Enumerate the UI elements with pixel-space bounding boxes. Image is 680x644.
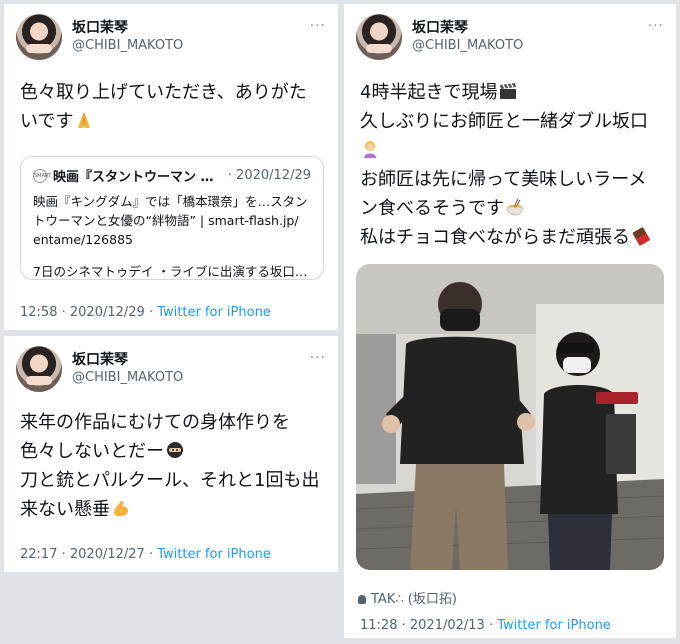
meta-separator: ·: [144, 547, 158, 562]
avatar[interactable]: [16, 14, 62, 60]
tagged-user[interactable]: TAK∴ (坂口拓): [358, 588, 457, 607]
tweet-card[interactable]: 坂口茉琴 @CHIBI_MAKOTO ··· 色々取り上げていただき、ありがた …: [4, 4, 338, 330]
tweet-text: 色々取り上げていただき、ありがた いです: [20, 78, 324, 136]
tweet-source-link[interactable]: Twitter for iPhone: [497, 618, 611, 633]
tweet-header: 坂口茉琴 @CHIBI_MAKOTO ···: [16, 346, 326, 394]
more-options-icon[interactable]: ···: [310, 350, 326, 366]
tweet-card[interactable]: 坂口茉琴 @CHIBI_MAKOTO ··· 4時半起きで現場 久しぶりにお師匠…: [344, 4, 676, 638]
more-options-icon[interactable]: ···: [310, 18, 326, 34]
tweet-date[interactable]: 2020/12/27: [70, 547, 145, 562]
link-description-line: 映画『キングダム』では「橋本環奈」を…スタン: [33, 194, 308, 209]
display-name[interactable]: 坂口茉琴: [412, 17, 468, 37]
tweet-text-line: 私はチョコ食べながらまだ頑張る: [360, 227, 630, 248]
tweet-text-line: 色々しないとだー: [20, 441, 164, 462]
link-description-line: トウーマンと女優の“絆物語” | smart-flash.jp/: [33, 213, 299, 228]
ramen-bowl-icon: [506, 198, 524, 216]
link-date: · 2020/12/29: [227, 168, 311, 183]
woman-supervillain-icon: [364, 141, 376, 158]
tweet-header: 坂口茉琴 @CHIBI_MAKOTO ···: [16, 14, 326, 62]
tweet-time[interactable]: 22:17: [20, 547, 57, 562]
tweet-text-line: 来ない懸垂: [20, 499, 110, 520]
tweet-meta: 22:17 · 2020/12/27 · Twitter for iPhone: [20, 547, 271, 562]
meta-separator: ·: [144, 305, 158, 320]
link-excerpt: 7日のシネマトゥデイ ・ライブに出演する坂口…: [33, 264, 308, 279]
tweet-text-line: お師匠は先に帰って美味しいラーメ: [360, 169, 647, 190]
avatar[interactable]: [356, 14, 402, 60]
user-handle[interactable]: @CHIBI_MAKOTO: [72, 38, 183, 53]
flexed-biceps-icon: [114, 501, 128, 516]
clapper-board-icon: [500, 83, 517, 99]
tweet-date[interactable]: 2021/02/13: [410, 618, 485, 633]
user-handle[interactable]: @CHIBI_MAKOTO: [412, 38, 523, 53]
tweet-text: 来年の作品にむけての身体作りを 色々しないとだー 刀と銃とパルクール、それと1回…: [20, 408, 324, 524]
meta-separator: ·: [57, 547, 70, 562]
folded-hands-icon: [78, 112, 91, 128]
meta-separator: ·: [484, 618, 498, 633]
tweet-time[interactable]: 11:28: [360, 618, 397, 633]
tweet-photo[interactable]: [356, 264, 664, 570]
link-description: 映画『キングダム』では「橋本環奈」を…スタン トウーマンと女優の“絆物語” | …: [33, 192, 311, 249]
tweet-meta: 11:28 · 2021/02/13 · Twitter for iPhone: [360, 618, 611, 633]
tweet-text-line: ン食べるそうです: [360, 198, 504, 219]
link-description-line: entame/126885: [33, 232, 133, 247]
chocolate-bar-icon: [632, 227, 651, 246]
meta-separator: ·: [57, 305, 70, 320]
ninja-icon: [167, 442, 183, 458]
tagged-user-name: TAK∴ (坂口拓): [371, 592, 457, 607]
tweet-text-line: 4時半起きで現場: [360, 82, 498, 103]
tweet-text: 4時半起きで現場 久しぶりにお師匠と一緒ダブル坂口 お師匠は先に帰って美味しいラ…: [360, 78, 666, 252]
tweet-text-line: 刀と銃とパルクール、それと1回も出: [20, 470, 320, 491]
tweet-source-link[interactable]: Twitter for iPhone: [157, 305, 271, 320]
more-options-icon[interactable]: ···: [648, 18, 664, 34]
site-logo-icon: SMART: [33, 168, 51, 183]
display-name[interactable]: 坂口茉琴: [72, 349, 128, 369]
tweet-text-line: 久しぶりにお師匠と一緒ダブル坂口: [360, 111, 648, 132]
tweet-text-line: 来年の作品にむけての身体作りを: [20, 412, 290, 433]
tweet-header: 坂口茉琴 @CHIBI_MAKOTO ···: [356, 14, 664, 62]
display-name[interactable]: 坂口茉琴: [72, 17, 128, 37]
tweet-card[interactable]: 坂口茉琴 @CHIBI_MAKOTO ··· 来年の作品にむけての身体作りを 色…: [4, 336, 338, 572]
tweet-source-link[interactable]: Twitter for iPhone: [157, 547, 271, 562]
tweet-meta: 12:58 · 2020/12/29 · Twitter for iPhone: [20, 305, 271, 320]
tweet-date[interactable]: 2020/12/29: [70, 305, 145, 320]
tweet-text-line: 色々取り上げていただき、ありがた: [20, 82, 307, 103]
meta-separator: ·: [397, 618, 410, 633]
link-preview-card[interactable]: SMART 映画『スタントウーマン ハリ… · 2020/12/29 映画『キン…: [20, 156, 324, 280]
tweet-text-line: いです: [20, 111, 74, 132]
avatar[interactable]: [16, 346, 62, 392]
tweet-time[interactable]: 12:58: [20, 305, 57, 320]
person-icon: [358, 595, 366, 604]
link-title: 映画『スタントウーマン ハリ…: [53, 170, 224, 185]
user-handle[interactable]: @CHIBI_MAKOTO: [72, 370, 183, 385]
